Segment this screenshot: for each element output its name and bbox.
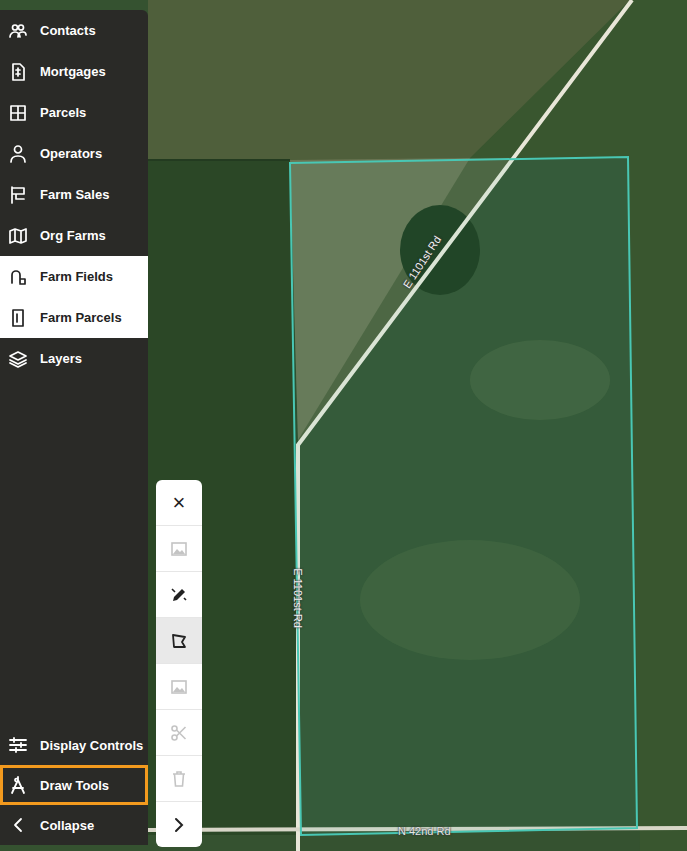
action-icon [8,735,28,755]
road-label: E 1101st Rd [292,568,304,628]
sidebar-item[interactable]: Parcels [0,92,148,133]
tool-button [156,710,202,756]
tool-button[interactable] [156,802,202,847]
image-icon [170,540,188,558]
menu-icon [8,21,28,41]
action-icon [8,815,28,835]
image-icon [170,678,188,696]
menu-icon [8,103,28,123]
sidebar-footer: Display ControlsDraw ToolsCollapse [0,725,148,845]
sidebar-item[interactable]: Mortgages [0,51,148,92]
menu-icon [8,62,28,82]
map-app: E 1101st RdE 1101st RdN 42nd RdContactsM… [0,0,687,851]
road-label: N 42nd Rd [398,825,451,837]
sidebar-item[interactable]: Farm Parcels [0,297,148,338]
sidebar-action[interactable]: Display Controls [0,725,148,765]
menu-icon [8,185,28,205]
draw-toolbar: × [156,480,202,847]
tool-button[interactable] [156,572,202,618]
sidebar-item[interactable]: Operators [0,133,148,174]
sidebar-item[interactable]: Layers [0,338,148,379]
sidebar-item[interactable]: Farm Sales [0,174,148,215]
sidebar-item[interactable]: Farm Fields [0,256,148,297]
menu-icon [8,308,28,328]
tool-button[interactable] [156,618,202,664]
action-icon [8,775,28,795]
sidebar-item[interactable]: Contacts [0,10,148,51]
close-icon: × [173,492,186,514]
menu-icon [8,144,28,164]
sidebar: ContactsMortgagesParcelsOperatorsFarm Sa… [0,10,148,845]
sidebar-item[interactable]: Org Farms [0,215,148,256]
tool-button[interactable]: × [156,480,202,526]
edit-icon [170,586,188,604]
tool-button [156,756,202,802]
tool-button [156,526,202,572]
sidebar-action[interactable]: Collapse [0,805,148,845]
sidebar-action[interactable]: Draw Tools [0,765,148,805]
polygon-icon [170,632,188,650]
menu-icon [8,226,28,246]
sidebar-menu: ContactsMortgagesParcelsOperatorsFarm Sa… [0,10,148,379]
chevron-right-icon [170,816,188,834]
scissors-icon [170,724,188,742]
tool-button [156,664,202,710]
field-boundary[interactable] [290,157,637,835]
menu-icon [8,267,28,287]
menu-icon [8,349,28,369]
trash-icon [170,770,188,788]
